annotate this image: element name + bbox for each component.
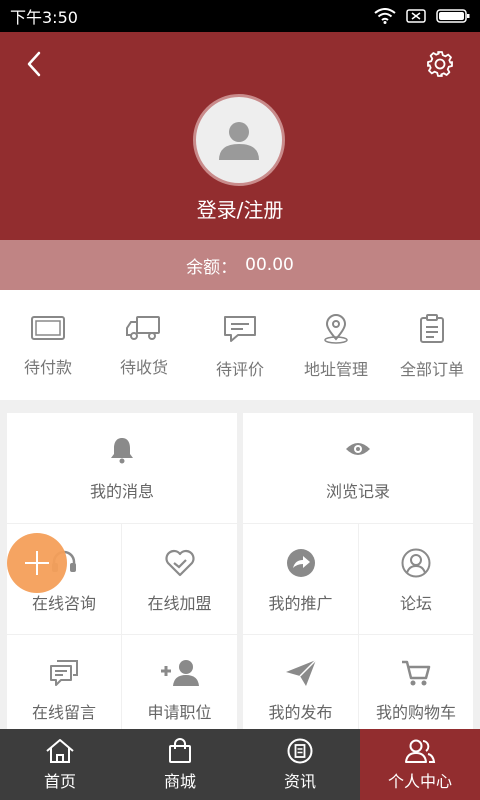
shopping-bag-icon xyxy=(169,737,191,763)
tab-label: 个人中心 xyxy=(387,771,452,791)
my-cart[interactable]: 我的购物车 xyxy=(359,635,473,729)
location-icon xyxy=(324,314,348,344)
status-bar: 下午3:50 xyxy=(0,0,480,32)
profile-header: 登录/注册 xyxy=(0,32,480,240)
all-orders[interactable]: 全部订单 xyxy=(384,290,480,400)
truck-icon xyxy=(126,316,160,340)
my-posts[interactable]: 我的发布 xyxy=(243,635,358,729)
cart-icon xyxy=(402,660,431,686)
feature-label: 我的购物车 xyxy=(375,703,456,722)
bottom-tab-bar: 首页 商城 资讯 个人中心 xyxy=(0,729,480,800)
tab-news[interactable]: 资讯 xyxy=(240,729,360,800)
avatar[interactable] xyxy=(193,94,285,186)
chevron-left-icon xyxy=(27,51,41,77)
order-pending-receipt[interactable]: 待收货 xyxy=(96,290,192,400)
message-icon xyxy=(50,660,78,686)
balance-bar: 余额： 00.00 xyxy=(0,240,480,290)
bell-icon xyxy=(111,438,133,464)
order-label: 待评价 xyxy=(215,360,264,379)
back-button[interactable] xyxy=(18,48,50,80)
feature-label: 论坛 xyxy=(399,594,432,613)
feature-label: 申请职位 xyxy=(147,703,212,722)
order-pending-payment[interactable]: 待付款 xyxy=(0,290,96,400)
person-center-icon xyxy=(405,739,436,763)
balance-value: 00.00 xyxy=(245,255,294,275)
order-shortcuts: 待付款 待收货 待评价 地址管理 全部订单 xyxy=(0,290,480,400)
my-promotion[interactable]: 我的推广 xyxy=(243,524,358,634)
online-message[interactable]: 在线留言 xyxy=(7,635,121,729)
forum[interactable]: 论坛 xyxy=(359,524,473,634)
order-pending-review[interactable]: 待评价 xyxy=(192,290,288,400)
browsing-history[interactable]: 浏览记录 xyxy=(243,413,473,523)
feature-label: 我的推广 xyxy=(268,594,333,613)
status-time: 下午3:50 xyxy=(10,8,78,27)
share-icon xyxy=(286,549,315,577)
settings-button[interactable] xyxy=(424,48,456,80)
feature-label: 在线留言 xyxy=(31,703,96,722)
feature-label: 我的消息 xyxy=(89,482,154,501)
handshake-icon xyxy=(164,549,195,577)
address-management[interactable]: 地址管理 xyxy=(288,290,384,400)
order-label: 待付款 xyxy=(23,358,72,377)
apply-position[interactable]: 申请职位 xyxy=(122,635,237,729)
paper-plane-icon xyxy=(285,659,317,686)
gear-icon xyxy=(427,51,453,77)
news-icon xyxy=(287,738,313,763)
tab-home[interactable]: 首页 xyxy=(0,729,120,800)
online-franchise[interactable]: 在线加盟 xyxy=(122,524,237,634)
clipboard-icon xyxy=(420,314,444,343)
order-label: 待收货 xyxy=(119,358,168,377)
tab-label: 商城 xyxy=(163,771,196,791)
feature-grid: 我的消息 浏览记录 在线咨询 在线加盟 我的推广 论坛 在线留言 申请职位 我的… xyxy=(7,413,473,729)
battery-icon xyxy=(436,9,470,23)
tab-mall[interactable]: 商城 xyxy=(120,729,240,800)
home-icon xyxy=(46,738,74,763)
order-label: 全部订单 xyxy=(399,360,464,379)
add-user-icon xyxy=(160,660,199,686)
feature-label: 在线咨询 xyxy=(31,594,96,613)
tab-label: 资讯 xyxy=(283,771,316,791)
wifi-icon xyxy=(374,8,396,24)
wallet-icon xyxy=(31,316,65,340)
plus-icon xyxy=(25,551,49,575)
feature-label: 在线加盟 xyxy=(147,594,212,613)
order-label: 地址管理 xyxy=(303,360,368,379)
user-placeholder-icon xyxy=(219,122,259,160)
tab-label: 首页 xyxy=(43,771,76,791)
comment-icon xyxy=(224,316,256,342)
tab-personal-center[interactable]: 个人中心 xyxy=(360,729,480,800)
login-register-link[interactable]: 登录/注册 xyxy=(0,194,480,223)
eye-icon xyxy=(346,443,370,455)
user-circle-icon xyxy=(401,548,431,578)
balance-label: 余额： xyxy=(186,257,238,278)
feature-label: 我的发布 xyxy=(268,703,333,722)
my-messages[interactable]: 我的消息 xyxy=(7,413,237,523)
feature-label: 浏览记录 xyxy=(325,482,390,501)
sim-off-icon xyxy=(406,9,426,23)
floating-add-button[interactable] xyxy=(7,533,67,593)
